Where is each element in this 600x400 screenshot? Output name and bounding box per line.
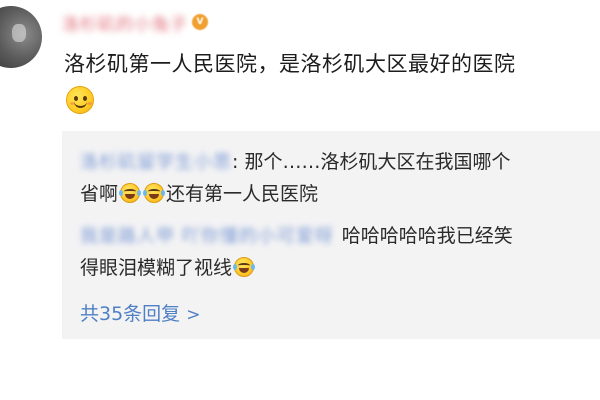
reply-2-line-1: 我是路人甲 吖你懂的小可爱呀 哈哈哈哈哈我已经笑 [80,221,513,248]
reply-2-username[interactable]: 我是路人甲 吖你懂的小可爱呀 [80,222,334,248]
reply-1-text-part-3: 还有第一人民医院 [166,183,319,205]
vip-badge-icon: V [192,14,208,30]
avatar-highlight [12,24,26,42]
reply-1-text-part-2: 省啊 [80,183,119,205]
reply-2-line-2: 得眼泪模糊了视线 [80,253,256,280]
replies-box: 洛杉矶留学生小思 : 那个……洛杉矶大区在我国哪个 省啊 还有第一人民医院 我是… [62,131,600,339]
chevron-right-icon: > [186,305,201,325]
avatar[interactable] [0,6,44,72]
laugh-cry-icon [143,182,166,203]
more-replies-label[interactable]: 共35条回复 [80,303,180,325]
comment-username[interactable]: 洛杉矶的小兔子 V [62,10,208,35]
smiley-icon [66,86,94,114]
more-replies-link[interactable]: 共35条回复 > [80,299,200,326]
comment-text: 洛杉矶第一人民医院，是洛杉矶大区最好的医院 [64,52,516,76]
username-text[interactable]: 洛杉矶的小兔子 [62,10,188,35]
reply-2-text-part-1: 哈哈哈哈哈我已经笑 [341,225,513,247]
reply-1-line-2: 省啊 还有第一人民医院 [80,179,318,206]
laugh-cry-icon [233,256,256,277]
reply-1-line-1: 洛杉矶留学生小思 : 那个……洛杉矶大区在我国哪个 [80,147,510,174]
reply-1-username[interactable]: 洛杉矶留学生小思 [80,148,232,174]
laugh-cry-icon [119,182,142,203]
reply-2-text-part-2: 得眼泪模糊了视线 [80,257,233,279]
reply-1-text-part-1: : 那个……洛杉矶大区在我国哪个 [232,151,511,173]
